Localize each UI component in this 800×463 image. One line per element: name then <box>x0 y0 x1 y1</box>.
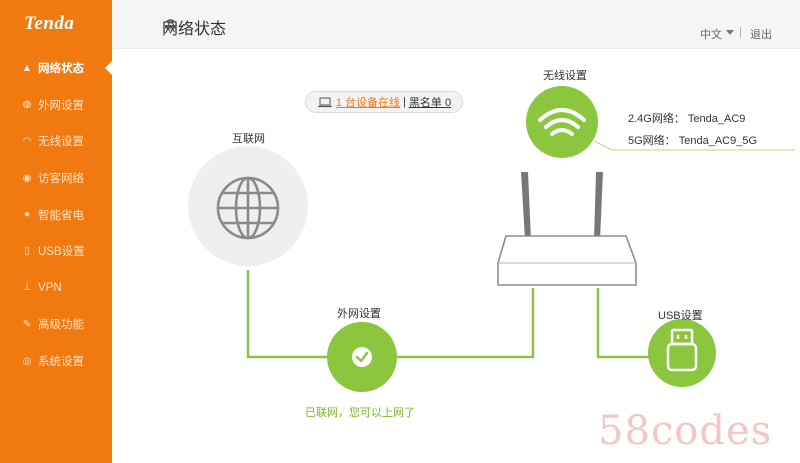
internet-label: 互联网 <box>232 133 265 145</box>
router-to-usb-line <box>596 288 650 359</box>
tenda-logo: Tenda <box>24 13 75 34</box>
wan-label: 外网设置 <box>337 308 381 320</box>
router-icon <box>165 19 176 29</box>
wireless-node <box>526 86 598 158</box>
online-devices-link[interactable]: 1 台设备在线 <box>336 94 400 110</box>
network-topology-diagram <box>188 86 795 392</box>
sidebar-item-vpn[interactable]: ⊥ VPN <box>0 270 112 307</box>
sidebar-item-guest-network[interactable]: ◉ 访客网络 <box>0 160 112 197</box>
sidebar-item-wan-settings[interactable]: ◍ 外网设置 <box>0 87 112 124</box>
sidebar-item-advanced[interactable]: ✎ 高级功能 <box>0 306 112 343</box>
check-icon <box>352 347 372 367</box>
sidebar-item-usb-settings[interactable]: ▯ USB设置 <box>0 233 112 270</box>
globe-icon <box>216 176 280 240</box>
device-status-bar: 1 台设备在线 | 黑名单 0 <box>305 91 463 113</box>
router-antenna-left <box>521 172 531 240</box>
header-separator: | <box>739 26 742 38</box>
usb-label: USB设置 <box>658 310 703 322</box>
sidebar-item-label: 外网设置 <box>38 99 84 112</box>
chevron-down-icon[interactable] <box>726 30 734 35</box>
router-body <box>497 235 637 286</box>
sidebar-item-power-saving[interactable]: ● 智能省电 <box>0 196 112 233</box>
wireless-label: 无线设置 <box>543 70 587 82</box>
sidebar: Tenda ▲ 网络状态 ◍ 外网设置 ◠ 无线设置 ◉ 访客网络 ● 智能省电… <box>0 0 112 463</box>
wan-to-router-line <box>390 288 535 359</box>
sidebar-item-label: VPN <box>38 281 62 294</box>
wifi-5g-info: 5G网络： Tenda_AC9_5G <box>628 135 758 147</box>
wan-status-text: 已联网，您可以上网了 <box>305 407 415 419</box>
router-icon: ▲ <box>22 62 32 74</box>
usb-icon: ▯ <box>24 245 30 257</box>
language-select[interactable]: 中文 <box>700 26 722 42</box>
sidebar-nav: ▲ 网络状态 ◍ 外网设置 ◠ 无线设置 ◉ 访客网络 ● 智能省电 ▯ USB… <box>0 50 112 379</box>
router-device <box>497 172 637 286</box>
sidebar-item-label: 访客网络 <box>38 173 84 186</box>
vpn-icon: ⊥ <box>22 282 32 294</box>
wifi-24g-info: 2.4G网络： Tenda_AC9 <box>628 113 746 125</box>
internet-to-wan-line <box>246 270 335 359</box>
system-icon: ◎ <box>22 355 32 367</box>
sidebar-item-label: 智能省电 <box>38 209 84 222</box>
sidebar-item-wireless-settings[interactable]: ◠ 无线设置 <box>0 123 112 160</box>
wifi-icon: ◠ <box>22 135 32 147</box>
watermark-text: 58codes <box>598 408 773 454</box>
sidebar-item-network-status[interactable]: ▲ 网络状态 <box>0 50 112 87</box>
internet-node <box>188 146 308 266</box>
laptop-icon <box>317 97 332 107</box>
usb-node <box>648 319 716 387</box>
guest-icon: ◉ <box>22 172 32 184</box>
sidebar-item-system-settings[interactable]: ◎ 系统设置 <box>0 343 112 380</box>
sidebar-item-label: USB设置 <box>38 246 85 259</box>
sidebar-item-label: 系统设置 <box>38 356 84 369</box>
wrench-icon: ✎ <box>22 318 32 330</box>
header: 网络状态 中文 | 退出 <box>112 0 800 49</box>
globe-icon: ◍ <box>22 99 32 111</box>
sidebar-item-label: 高级功能 <box>38 319 84 332</box>
wan-status-node <box>327 322 397 392</box>
logout-link[interactable]: 退出 <box>750 26 772 42</box>
leaf-icon: ● <box>23 209 31 221</box>
router-antenna-right <box>594 172 603 240</box>
status-separator: | <box>403 96 406 108</box>
sidebar-item-label: 无线设置 <box>38 136 84 149</box>
sidebar-item-label: 网络状态 <box>38 63 84 76</box>
blacklist-link[interactable]: 黑名单 0 <box>409 94 451 110</box>
